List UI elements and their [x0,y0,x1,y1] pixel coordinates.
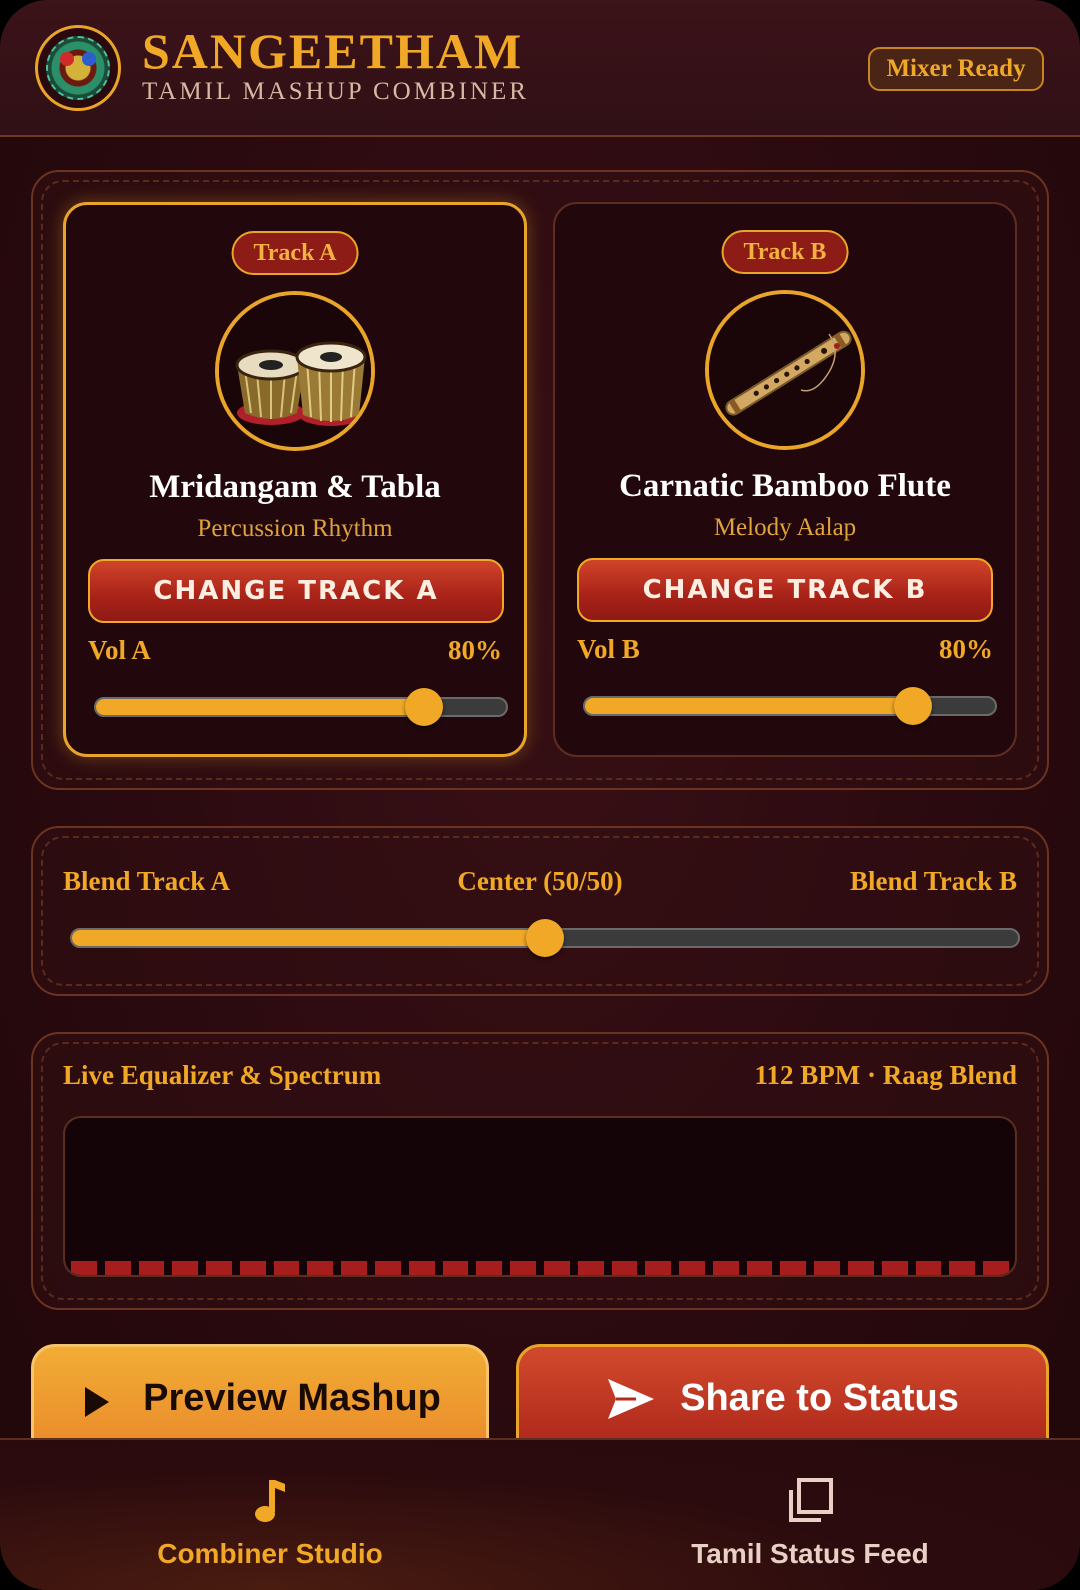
spectrum-bar [949,1261,976,1275]
spectrum-bar [577,1261,604,1275]
track-a-card[interactable]: Track A Mridangam & Tabla Percussion Rhy… [63,202,527,757]
spectrum-bar [814,1261,840,1275]
app-logo [35,25,121,111]
music-note-icon [255,1480,285,1522]
send-icon [608,1379,655,1419]
spectrum-bar [510,1261,536,1275]
track-a-description: Percussion Rhythm [197,515,393,542]
change-track-a-button[interactable]: CHANGE TRACK A [88,559,504,623]
blend-track-a-label: Blend Track A [63,866,231,896]
share-to-status-label: Share to Status [680,1377,959,1419]
spectrum-bar [645,1261,672,1275]
equalizer-bpm-info: 112 BPM · Raag Blend [754,1060,1017,1090]
volume-a-slider-thumb[interactable] [405,688,443,726]
tabla-drums-icon [215,291,375,451]
spectrum-bar [442,1261,469,1275]
spectrum-bar [746,1261,773,1275]
bottom-navigation: Combiner Studio Tamil Status Feed [0,1438,1080,1590]
spectrum-bar [71,1261,97,1275]
blend-panel [31,826,1049,996]
app-subtitle: TAMIL MASHUP COMBINER [142,78,529,105]
volume-a-slider-fill [96,699,424,715]
blend-slider[interactable] [70,919,1020,957]
track-a-pill: Track A [231,231,359,275]
volume-b-label: Vol B [577,634,640,664]
nav-item-combiner-studio[interactable]: Combiner Studio [0,1440,540,1590]
spectrum-bar [375,1261,401,1275]
stacked-squares-icon [789,1478,833,1522]
app-title: SANGEETHAM [142,23,524,79]
spectrum-bar [273,1261,300,1275]
track-b-description: Melody Aalap [713,514,857,541]
spectrum-bar [206,1261,232,1275]
volume-b-slider-thumb[interactable] [894,687,932,725]
nav-label-combiner-studio: Combiner Studio [157,1538,383,1569]
spectrum-bar [239,1261,266,1275]
volume-b-value: 80% [939,634,993,664]
app-header: SANGEETHAM TAMIL MASHUP COMBINER Mixer R… [0,0,1080,137]
spectrum-bar [341,1261,368,1275]
preview-mashup-label: Preview Mashup [143,1377,441,1419]
spectrum-bar [915,1261,942,1275]
spectrum-bar [679,1261,705,1275]
track-b-name: Carnatic Bamboo Flute [619,468,951,504]
volume-a-label: Vol A [88,635,151,665]
app-screen: SANGEETHAM TAMIL MASHUP COMBINER Mixer R… [0,0,1080,1590]
spectrum-bar [780,1261,807,1275]
nav-item-tamil-status-feed[interactable]: Tamil Status Feed [540,1440,1080,1590]
spectrum-bar [881,1261,908,1275]
track-a-name: Mridangam & Tabla [149,469,441,505]
track-b-pill: Track B [721,230,849,274]
volume-b-slider-fill [585,698,913,714]
spectrum-bar [611,1261,638,1275]
spectrum-display [63,1116,1017,1277]
spectrum-bar [138,1261,165,1275]
blend-slider-thumb[interactable] [526,919,564,957]
blend-center-label: Center (50/50) [457,866,623,896]
mixer-status-badge: Mixer Ready [868,47,1044,91]
spectrum-bar [983,1261,1009,1275]
spectrum-bars [71,1261,1009,1275]
spectrum-bar [847,1261,874,1275]
spectrum-bar [712,1261,739,1275]
volume-a-slider[interactable] [94,688,508,726]
spectrum-bar [172,1261,199,1275]
play-icon [85,1387,110,1417]
blend-track-b-label: Blend Track B [849,866,1017,896]
nav-label-tamil-status-feed: Tamil Status Feed [691,1538,929,1569]
spectrum-bar [307,1261,334,1275]
volume-a-value: 80% [448,635,502,665]
spectrum-bar [476,1261,503,1275]
spectrum-bar [104,1261,131,1275]
bamboo-flute-icon [705,290,865,450]
volume-b-slider[interactable] [583,687,997,725]
change-track-b-button[interactable]: CHANGE TRACK B [577,558,993,622]
track-b-card[interactable]: Track B Carnatic Bamboo Flute Melody Aal… [553,202,1017,757]
spectrum-bar [408,1261,435,1275]
spectrum-bar [543,1261,570,1275]
equalizer-title: Live Equalizer & Spectrum [63,1060,382,1090]
blend-slider-fill [72,930,545,946]
